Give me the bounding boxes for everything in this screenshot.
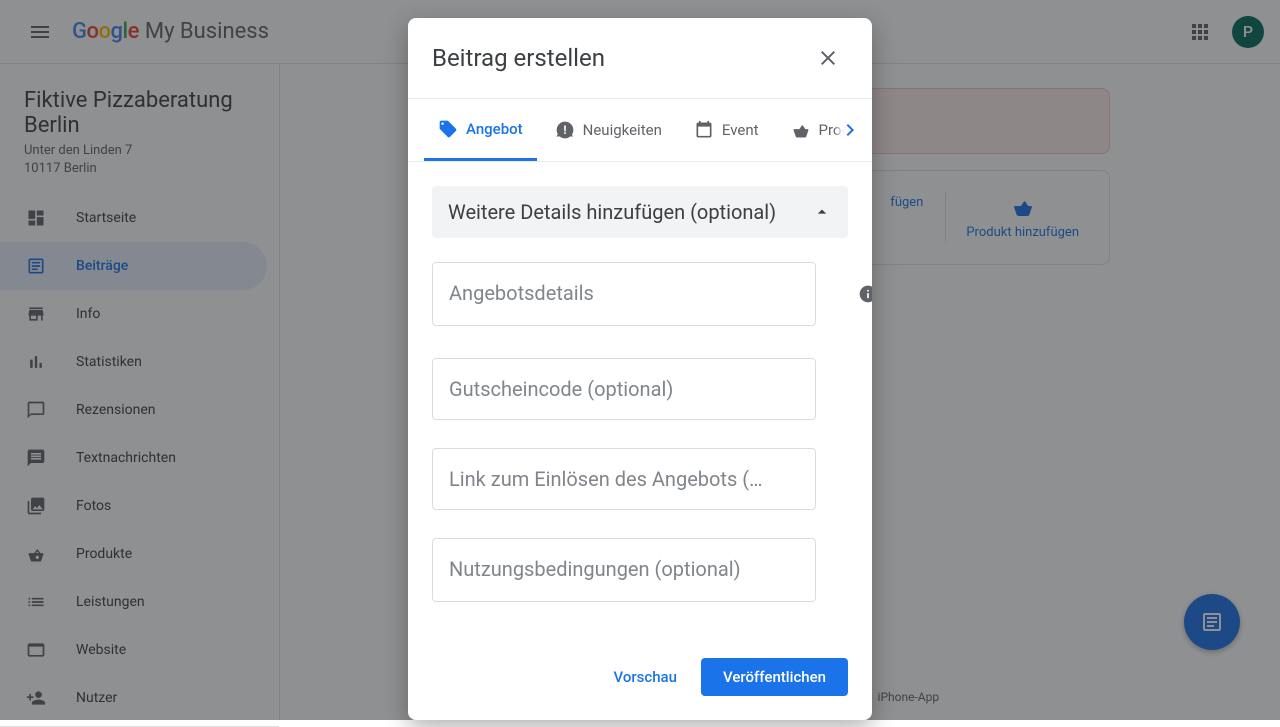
tab-offer[interactable]: Angebot: [424, 99, 537, 161]
close-icon: [816, 46, 840, 70]
create-post-dialog: Beitrag erstellen Angebot ! Neuigkeiten …: [408, 18, 872, 720]
dialog-tabs: Angebot ! Neuigkeiten Event Prod: [408, 98, 872, 162]
terms-input[interactable]: [432, 538, 816, 602]
info-icon[interactable]: [858, 284, 872, 308]
coupon-code-input[interactable]: [432, 358, 816, 420]
calendar-icon: [694, 120, 714, 140]
arrow-up-icon: [812, 202, 832, 222]
basket-icon: [791, 120, 811, 140]
dialog-title: Beitrag erstellen: [432, 44, 605, 72]
chevron-right-icon: [838, 118, 862, 142]
tabs-scroll-right[interactable]: [834, 110, 866, 150]
preview-button[interactable]: Vorschau: [598, 658, 693, 696]
modal-overlay: Beitrag erstellen Angebot ! Neuigkeiten …: [0, 0, 1280, 720]
tab-news[interactable]: ! Neuigkeiten: [541, 99, 676, 161]
tag-icon: [438, 119, 458, 139]
redeem-link-input[interactable]: [432, 448, 816, 510]
offer-details-input[interactable]: [432, 262, 816, 326]
tab-event[interactable]: Event: [680, 99, 773, 161]
publish-button[interactable]: Veröffentlichen: [701, 658, 848, 696]
close-button[interactable]: [808, 38, 848, 78]
expand-details-toggle[interactable]: Weitere Details hinzufügen (optional): [432, 186, 848, 238]
svg-text:!: !: [563, 123, 566, 137]
alert-icon: !: [555, 120, 575, 140]
